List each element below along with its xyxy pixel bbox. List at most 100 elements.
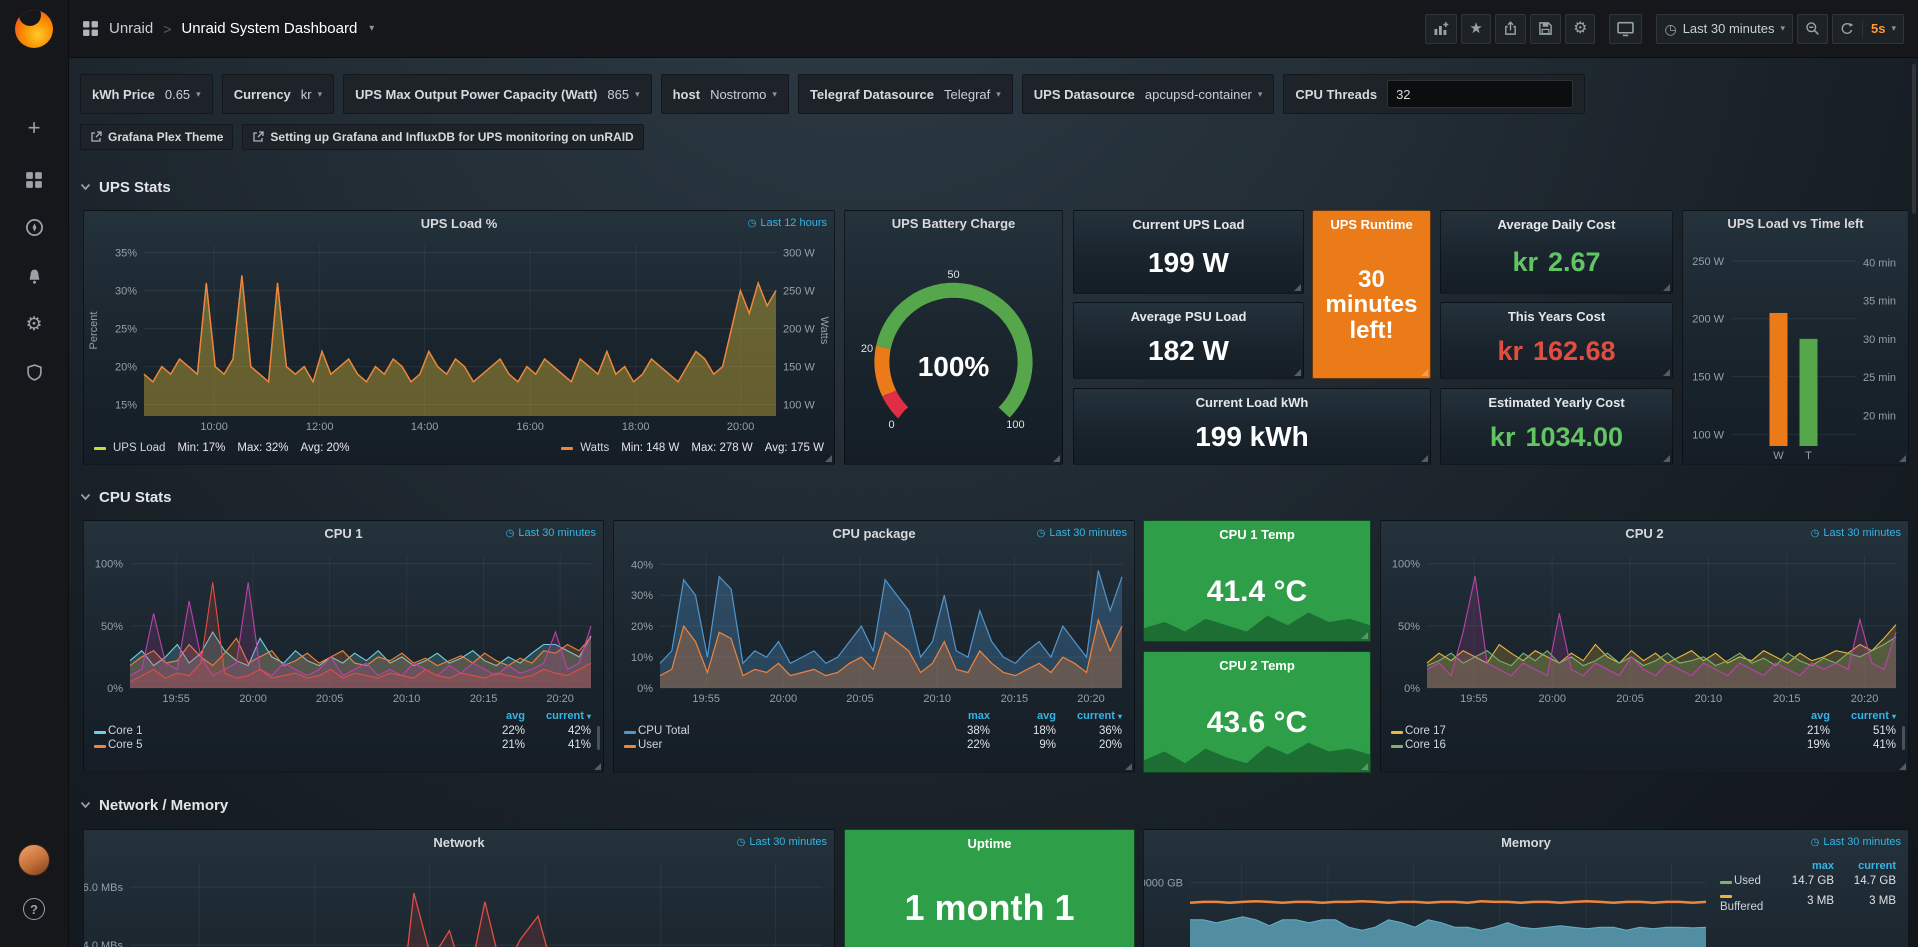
panel-time-range-link[interactable]: ◷Last 30 minutes bbox=[1037, 527, 1127, 539]
legend-series-name[interactable]: Core 5 bbox=[94, 738, 461, 752]
panel-time-range-link[interactable]: ◷Last 12 hours bbox=[748, 217, 827, 229]
panel-title[interactable]: Average Daily Cost bbox=[1441, 211, 1672, 232]
panel-header[interactable]: UPS Load vs Time left bbox=[1683, 211, 1908, 237]
legend-col-header[interactable]: avg bbox=[1766, 710, 1832, 724]
variable-value[interactable]: 0.65▾ bbox=[165, 87, 201, 102]
variable-value[interactable]: apcupsd-container▾ bbox=[1145, 87, 1263, 102]
legend-scrollbar[interactable] bbox=[597, 726, 600, 750]
variable-cpu-threads[interactable]: CPU Threads bbox=[1283, 74, 1585, 114]
dashboard-settings-button[interactable]: ⚙ bbox=[1565, 14, 1595, 44]
cycle-view-mode-button[interactable] bbox=[1609, 14, 1642, 44]
panel-title[interactable]: UPS Load vs Time left bbox=[1683, 211, 1908, 237]
legend-series-name[interactable]: Used bbox=[1720, 874, 1774, 888]
legend-item[interactable]: UPS LoadMin: 17%Max: 32%Avg: 20% bbox=[94, 442, 350, 454]
panel-title[interactable]: Current Load kWh bbox=[1074, 389, 1430, 410]
panel-title[interactable]: CPU 1 Temp bbox=[1144, 521, 1370, 542]
panel-title[interactable]: Estimated Yearly Cost bbox=[1441, 389, 1672, 410]
create-menu-item[interactable]: + bbox=[0, 113, 68, 143]
server-admin-menu-item[interactable] bbox=[0, 357, 68, 387]
legend-col-header[interactable]: avg bbox=[461, 710, 527, 724]
add-panel-button[interactable] bbox=[1425, 14, 1457, 44]
panel-header[interactable]: Memory ◷Last 30 minutes bbox=[1144, 830, 1908, 856]
row-header-ups-stats[interactable]: UPS Stats bbox=[80, 176, 171, 198]
row-header-network-memory[interactable]: Network / Memory bbox=[80, 794, 228, 816]
legend-scrollbar[interactable] bbox=[1902, 726, 1905, 750]
panel-title[interactable]: UPS Runtime bbox=[1313, 211, 1430, 232]
alerting-menu-item[interactable] bbox=[0, 261, 68, 291]
panel-resize-handle[interactable] bbox=[1663, 284, 1670, 291]
legend-series-name[interactable]: Core 17 bbox=[1391, 724, 1766, 738]
row-header-cpu-stats[interactable]: CPU Stats bbox=[80, 486, 172, 508]
star-dashboard-button[interactable]: ★ bbox=[1461, 14, 1491, 44]
dashboards-menu-item[interactable] bbox=[0, 165, 68, 195]
panel-resize-handle[interactable] bbox=[1663, 369, 1670, 376]
panel-title[interactable]: CPU 2 Temp bbox=[1144, 652, 1370, 673]
panel-header[interactable]: CPU package ◷Last 30 minutes bbox=[614, 521, 1134, 547]
variable-value[interactable]: Nostromo▾ bbox=[710, 87, 777, 102]
legend-series-name[interactable]: Watts bbox=[580, 442, 609, 454]
help-menu-item[interactable]: ? bbox=[0, 894, 68, 924]
panel-resize-handle[interactable] bbox=[1361, 763, 1368, 770]
cpu1-chart[interactable]: 0%50%100%19:5520:0020:0520:1020:1520:20 bbox=[84, 547, 603, 708]
panel-header[interactable]: UPS Battery Charge bbox=[845, 211, 1062, 237]
panel-resize-handle[interactable] bbox=[1899, 455, 1906, 462]
page-scrollbar[interactable] bbox=[1912, 64, 1916, 214]
variable-host[interactable]: host Nostromo▾ bbox=[661, 74, 789, 114]
panel-header[interactable]: CPU 1 ◷Last 30 minutes bbox=[84, 521, 603, 547]
link-grafana-plex-theme[interactable]: Grafana Plex Theme bbox=[80, 124, 233, 150]
breadcrumb-app[interactable]: Unraid bbox=[109, 20, 153, 37]
legend-series-name[interactable]: Core 16 bbox=[1391, 738, 1766, 752]
save-dashboard-button[interactable] bbox=[1530, 14, 1561, 44]
cpu-threads-input[interactable] bbox=[1387, 80, 1573, 108]
panel-title[interactable]: Uptime bbox=[845, 830, 1134, 851]
cpu-package-chart[interactable]: 0%10%20%30%40%19:5520:0020:0520:1020:152… bbox=[614, 547, 1134, 708]
panel-resize-handle[interactable] bbox=[1053, 455, 1060, 462]
panel-title[interactable]: Network bbox=[84, 830, 834, 856]
panel-title[interactable]: Current UPS Load bbox=[1074, 211, 1303, 232]
panel-resize-handle[interactable] bbox=[825, 455, 832, 462]
refresh-picker[interactable]: 5s ▾ bbox=[1832, 14, 1904, 44]
legend-series-name[interactable]: Core 1 bbox=[94, 724, 461, 738]
variable-value[interactable]: Telegraf▾ bbox=[944, 87, 1001, 102]
network-chart[interactable]: 2.0 MBs4.0 MBs6.0 MBs19:5520:0020:0520:1… bbox=[84, 856, 834, 947]
panel-title[interactable]: UPS Load % bbox=[84, 211, 834, 237]
dashboard-caret-icon[interactable]: ▾ bbox=[369, 23, 374, 34]
legend-series-name[interactable]: User bbox=[624, 738, 926, 752]
panel-title[interactable]: UPS Battery Charge bbox=[845, 211, 1062, 237]
panel-title[interactable]: Average PSU Load bbox=[1074, 303, 1303, 324]
legend-series-name[interactable]: Buffered bbox=[1720, 888, 1774, 914]
panel-time-range-link[interactable]: ◷Last 30 minutes bbox=[1811, 836, 1901, 848]
configuration-menu-item[interactable]: ⚙ bbox=[0, 309, 68, 339]
panel-resize-handle[interactable] bbox=[1294, 284, 1301, 291]
panel-time-range-link[interactable]: ◷Last 30 minutes bbox=[737, 836, 827, 848]
panel-resize-handle[interactable] bbox=[1294, 369, 1301, 376]
variable-telegraf-datasource[interactable]: Telegraf Datasource Telegraf▾ bbox=[798, 74, 1013, 114]
legend-col-header[interactable]: current ▾ bbox=[1058, 710, 1124, 724]
cpu2-chart[interactable]: 0%50%100%19:5520:0020:0520:1020:1520:20 bbox=[1381, 547, 1908, 708]
panel-title[interactable]: Memory bbox=[1144, 830, 1908, 856]
panel-header[interactable]: CPU 2 ◷Last 30 minutes bbox=[1381, 521, 1908, 547]
legend-col-header[interactable]: current bbox=[1836, 860, 1898, 874]
panel-title[interactable]: This Years Cost bbox=[1441, 303, 1672, 324]
variable-ups-datasource[interactable]: UPS Datasource apcupsd-container▾ bbox=[1022, 74, 1275, 114]
legend-col-header[interactable]: current ▾ bbox=[527, 710, 593, 724]
panel-header[interactable]: Network ◷Last 30 minutes bbox=[84, 830, 834, 856]
legend-col-header[interactable]: max bbox=[926, 710, 992, 724]
legend-item[interactable]: WattsMin: 148 WMax: 278 WAvg: 175 W bbox=[561, 442, 824, 454]
ups-load-chart[interactable]: 15%20%25%30%35%100 W150 W200 W250 W300 W… bbox=[84, 237, 834, 436]
grafana-logo[interactable] bbox=[15, 10, 53, 48]
panel-resize-handle[interactable] bbox=[1663, 455, 1670, 462]
link-ups-monitoring-guide[interactable]: Setting up Grafana and InfluxDB for UPS … bbox=[242, 124, 643, 150]
panel-resize-handle[interactable] bbox=[1421, 369, 1428, 376]
share-dashboard-button[interactable] bbox=[1495, 14, 1526, 44]
dashboard-grid-icon[interactable] bbox=[82, 20, 99, 37]
user-profile-menu-item[interactable] bbox=[0, 845, 68, 875]
legend-series-name[interactable]: UPS Load bbox=[113, 442, 165, 454]
memory-chart[interactable]: 50.000000 GB60.000000 GB70.000000 GB19:5… bbox=[1144, 856, 1718, 947]
legend-series-name[interactable]: CPU Total bbox=[624, 724, 926, 738]
variable-value[interactable]: 865▾ bbox=[607, 87, 639, 102]
legend-col-header[interactable]: max bbox=[1774, 860, 1836, 874]
panel-time-range-link[interactable]: ◷Last 30 minutes bbox=[1811, 527, 1901, 539]
panel-resize-handle[interactable] bbox=[1899, 763, 1906, 770]
ups-load-time-left-bar-chart[interactable]: 100 W150 W200 W250 W20 min25 min30 min35… bbox=[1683, 237, 1908, 464]
